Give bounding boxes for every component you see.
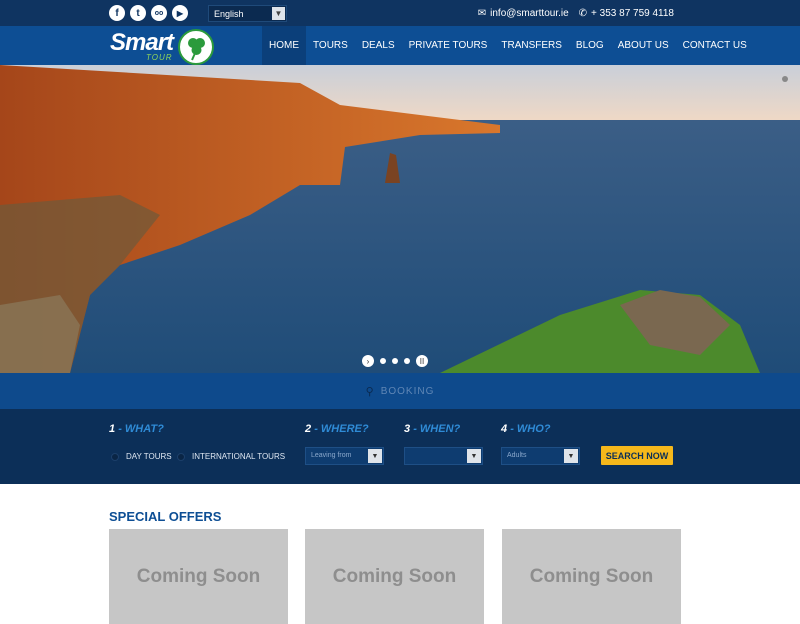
nav-blog[interactable]: BLOG (569, 26, 611, 65)
nav-contact-us[interactable]: CONTACT US (676, 26, 754, 65)
phone-icon: ✆ (578, 8, 588, 19)
option-label: INTERNATIONAL TOURS (192, 452, 286, 461)
booking-tab[interactable]: ⚲ BOOKING (0, 373, 800, 409)
nav-menu: HOME TOURS DEALS PRIVATE TOURS TRANSFERS… (262, 26, 754, 65)
option-international-tours[interactable]: INTERNATIONAL TOURS (177, 452, 285, 461)
twitter-icon[interactable]: t (130, 5, 146, 21)
nav-private-tours[interactable]: PRIVATE TOURS (402, 26, 495, 65)
when-select[interactable]: ▼ (404, 447, 483, 465)
facebook-icon[interactable]: f (109, 5, 125, 21)
step-label: - WHO? (510, 423, 551, 435)
slider-dot[interactable] (392, 358, 398, 364)
language-select[interactable]: English ▼ (208, 5, 287, 22)
chevron-down-icon: ▼ (272, 7, 285, 20)
nav-deals[interactable]: DEALS (355, 26, 402, 65)
social-links: f t oo ▶ (109, 5, 188, 21)
chevron-down-icon: ▼ (368, 449, 382, 463)
chevron-down-icon: ▼ (564, 449, 578, 463)
who-select[interactable]: Adults ▼ (501, 447, 580, 465)
search-icon: ⚲ (365, 385, 375, 398)
step-number: 4 (501, 423, 508, 435)
step-label: - WHAT? (118, 423, 164, 435)
step-where: 2 - WHERE? (305, 423, 369, 435)
special-offers-title: SPECIAL OFFERS (109, 509, 222, 524)
hero-image (0, 65, 800, 373)
nav-tours[interactable]: TOURS (306, 26, 355, 65)
offer-card[interactable]: Coming Soon (305, 529, 484, 624)
booking-label: BOOKING (380, 385, 435, 397)
top-bar: f t oo ▶ English ▼ ✉ info@smarttour.ie ✆… (0, 0, 800, 26)
hero-slider (0, 65, 800, 373)
offer-card[interactable]: Coming Soon (109, 529, 288, 624)
tripadvisor-icon[interactable]: oo (151, 5, 167, 21)
booking-panel: 1 - WHAT? 2 - WHERE? 3 - WHEN? 4 - WHO? … (0, 409, 800, 484)
option-day-tours[interactable]: DAY TOURS (111, 452, 172, 461)
logo-sub: TOUR (146, 53, 173, 62)
radio-button[interactable] (111, 452, 119, 461)
mail-icon: ✉ (477, 8, 487, 19)
slider-dot[interactable] (404, 358, 410, 364)
youtube-icon[interactable]: ▶ (172, 5, 188, 21)
step-number: 3 (404, 423, 411, 435)
step-number: 2 (305, 423, 312, 435)
search-now-button[interactable]: SEARCH NOW (601, 446, 673, 465)
email-link[interactable]: info@smarttour.ie (490, 8, 569, 19)
option-label: DAY TOURS (126, 452, 172, 461)
shamrock-icon (178, 29, 214, 65)
nav-transfers[interactable]: TRANSFERS (494, 26, 569, 65)
offer-card[interactable]: Coming Soon (502, 529, 681, 624)
nav-home[interactable]: HOME (262, 26, 306, 65)
radio-button[interactable] (177, 452, 185, 461)
step-label: - WHERE? (314, 423, 369, 435)
where-value: Leaving from (311, 452, 352, 459)
who-value: Adults (507, 452, 527, 459)
slider-indicator[interactable] (782, 76, 788, 82)
phone-number[interactable]: + 353 87 759 4118 (591, 8, 674, 19)
step-what: 1 - WHAT? (109, 423, 164, 435)
step-label: - WHEN? (413, 423, 461, 435)
chevron-down-icon: ▼ (467, 449, 481, 463)
slider-dots: › II (362, 355, 428, 367)
slider-dot[interactable] (380, 358, 386, 364)
language-value: English (214, 9, 244, 19)
slider-pause-icon[interactable]: II (416, 355, 428, 367)
step-number: 1 (109, 423, 116, 435)
nav-about-us[interactable]: ABOUT US (611, 26, 676, 65)
slider-next-icon[interactable]: › (362, 355, 374, 367)
step-when: 3 - WHEN? (404, 423, 460, 435)
where-select[interactable]: Leaving from ▼ (305, 447, 384, 465)
logo[interactable]: Smart TOUR (110, 29, 214, 65)
logo-word: Smart (110, 29, 174, 56)
step-who: 4 - WHO? (501, 423, 551, 435)
contact-info: ✉ info@smarttour.ie ✆ + 353 87 759 4118 (478, 8, 674, 19)
